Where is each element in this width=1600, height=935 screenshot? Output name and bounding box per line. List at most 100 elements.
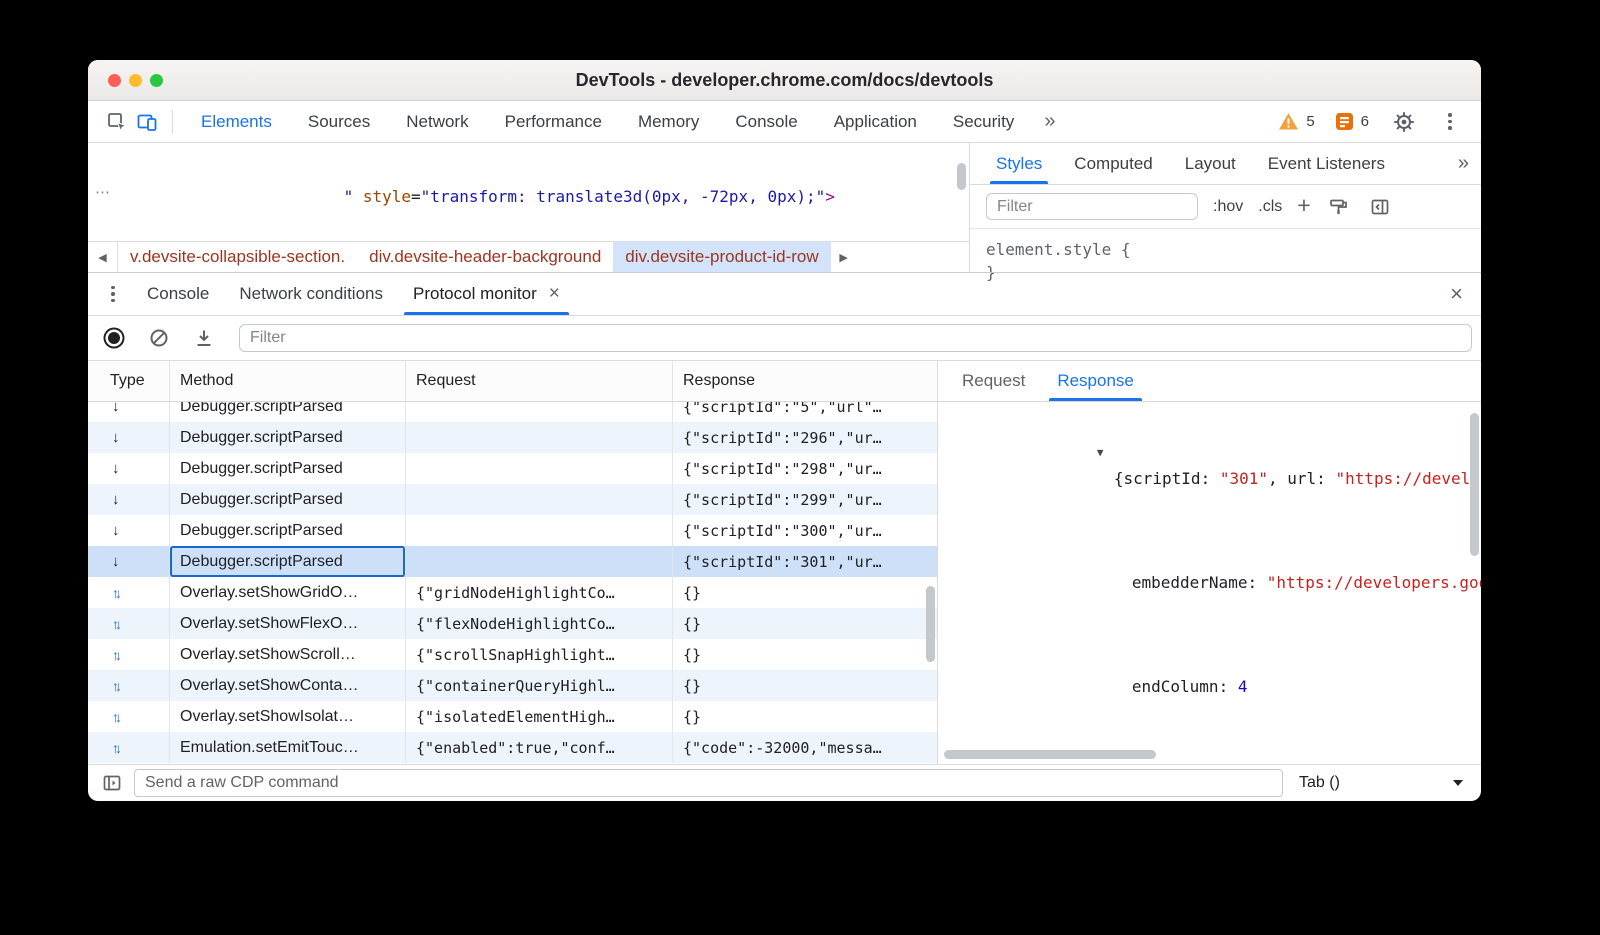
table-row[interactable]: ↑↓ Overlay.setShowConta… {"containerQuer… (88, 670, 937, 701)
table-row[interactable]: ↓ Debugger.scriptParsed {"scriptId":"5",… (88, 402, 937, 422)
table-row[interactable]: ↑↓ Overlay.setShowScroll… {"scrollSnapHi… (88, 639, 937, 670)
table-row[interactable]: ↓ Debugger.scriptParsed {"scriptId":"299… (88, 484, 937, 515)
cell-method[interactable]: Overlay.setShowFlexO… (170, 608, 406, 639)
cell-request[interactable] (406, 546, 673, 577)
breadcrumb-item[interactable]: div.devsite-header-background (357, 242, 613, 272)
styles-filter-input[interactable] (986, 193, 1198, 220)
detail-vertical-scrollbar-thumb[interactable] (1470, 413, 1479, 556)
cell-response[interactable]: {"scriptId":"5","url"… (673, 402, 937, 422)
cell-response[interactable]: {"scriptId":"300","ur… (673, 515, 937, 546)
panel-tab[interactable]: Console (717, 101, 815, 142)
cell-request[interactable]: {"enabled":true,"conf… (406, 732, 673, 763)
toggle-element-state-button[interactable]: :hov (1213, 198, 1243, 216)
json-tree-line[interactable]: ▼ {scriptId: "301", url: "https://develo… (938, 412, 1481, 518)
zoom-window-button[interactable] (150, 74, 163, 87)
breadcrumb-item[interactable]: v.devsite-collapsible-section. (118, 242, 357, 272)
cell-response[interactable]: {"scriptId":"299","ur… (673, 484, 937, 515)
cell-request[interactable] (406, 422, 673, 453)
json-tree-line[interactable]: embedderName: "https://developers.google… (938, 518, 1481, 622)
cell-method[interactable]: Overlay.setShowIsolat… (170, 701, 406, 732)
table-scrollbar-thumb[interactable] (926, 586, 935, 662)
detail-horizontal-scrollbar-thumb[interactable] (944, 750, 1156, 759)
element-style-rule-open[interactable]: element.style { (986, 238, 1481, 261)
table-row[interactable]: ↓ Debugger.scriptParsed {"scriptId":"296… (88, 422, 937, 453)
record-icon[interactable] (104, 328, 124, 348)
sidebar-toggle-icon[interactable] (100, 771, 124, 795)
dock-sidebar-icon[interactable] (1367, 194, 1393, 220)
protocol-filter-input[interactable] (239, 324, 1472, 352)
panel-tab[interactable]: Sources (290, 101, 388, 142)
cell-method[interactable]: Debugger.scriptParsed (170, 402, 406, 422)
drawer-tab[interactable]: Console (132, 273, 224, 315)
table-row[interactable]: ↓ Debugger.scriptParsed {"scriptId":"298… (88, 453, 937, 484)
cell-response[interactable]: {"scriptId":"298","ur… (673, 453, 937, 484)
table-row[interactable]: ↑↓ Overlay.setShowIsolat… {"isolatedElem… (88, 701, 937, 732)
cell-method[interactable]: Overlay.setShowConta… (170, 670, 406, 701)
close-tab-icon[interactable]: × (549, 283, 560, 305)
cell-request[interactable] (406, 515, 673, 546)
expand-arrow-icon[interactable]: ▼ (1097, 440, 1114, 466)
dom-tree-node[interactable]: " style="transform: translate3d(0px, -72… (228, 143, 969, 236)
cell-response[interactable]: {"code":-32000,"messa… (673, 732, 937, 763)
json-tree-line[interactable]: endColumn: 4 (938, 622, 1481, 726)
device-toolbar-icon[interactable] (132, 107, 162, 137)
panel-tab[interactable]: Performance (487, 101, 620, 142)
table-row[interactable]: ↓ Debugger.scriptParsed {"scriptId":"300… (88, 515, 937, 546)
cell-method[interactable]: Debugger.scriptParsed (170, 546, 406, 577)
cell-method[interactable]: Debugger.scriptParsed (170, 515, 406, 546)
more-styles-tabs-icon[interactable]: » (1446, 143, 1481, 184)
new-style-rule-button[interactable]: + (1297, 194, 1310, 217)
inspect-element-icon[interactable] (102, 107, 132, 137)
cell-response[interactable]: {} (673, 577, 937, 608)
column-header[interactable]: Type (88, 361, 170, 401)
styles-tab[interactable]: Computed (1058, 143, 1168, 184)
cell-request[interactable] (406, 453, 673, 484)
panel-tab[interactable]: Elements (183, 101, 290, 142)
breadcrumb-left-arrow-icon[interactable]: ◀ (88, 242, 118, 272)
cell-method[interactable]: Debugger.scriptParsed (170, 453, 406, 484)
panel-tab[interactable]: Network (388, 101, 486, 142)
cell-response[interactable]: {} (673, 608, 937, 639)
panel-tab[interactable]: Application (816, 101, 935, 142)
cell-response[interactable]: {} (673, 670, 937, 701)
minimize-window-button[interactable] (129, 74, 142, 87)
styles-tab[interactable]: Styles (980, 143, 1058, 184)
cell-request[interactable]: {"flexNodeHighlightCo… (406, 608, 673, 639)
issues-badge[interactable]: 6 (1335, 112, 1369, 131)
more-panels-icon[interactable]: » (1032, 110, 1067, 133)
drawer-menu-icon[interactable] (102, 283, 124, 305)
settings-gear-icon[interactable] (1389, 107, 1419, 137)
breadcrumb-item[interactable]: div.devsite-product-id-row (613, 242, 830, 272)
cell-method[interactable]: Emulation.setEmitTouc… (170, 732, 406, 763)
cell-method[interactable]: Overlay.setShowGridO… (170, 577, 406, 608)
element-classes-button[interactable]: .cls (1258, 198, 1282, 216)
clear-icon[interactable] (149, 328, 169, 348)
breadcrumb-right-arrow-icon[interactable]: ▶ (831, 242, 857, 272)
cell-request[interactable]: {"containerQueryHighl… (406, 670, 673, 701)
drawer-tab[interactable]: Network conditions (224, 273, 398, 315)
close-drawer-icon[interactable]: × (1446, 281, 1467, 307)
paint-roller-icon[interactable] (1326, 194, 1352, 220)
table-row[interactable]: ↑↓ Emulation.setEmitTouc… {"enabled":tru… (88, 732, 937, 763)
cell-method[interactable]: Overlay.setShowScroll… (170, 639, 406, 670)
dom-tree-node[interactable]: ▼ <div class="devsite-header-background"… (192, 236, 969, 240)
column-header[interactable]: Method (170, 361, 406, 401)
drawer-tab[interactable]: Protocol monitor × (398, 273, 575, 315)
target-selector[interactable]: Tab () (1293, 774, 1469, 792)
cell-response[interactable]: {"scriptId":"296","ur… (673, 422, 937, 453)
table-row[interactable]: ↑↓ Overlay.setShowFlexO… {"flexNodeHighl… (88, 608, 937, 639)
table-row[interactable]: ↑↓ Overlay.setShowGridO… {"gridNodeHighl… (88, 577, 937, 608)
kebab-menu-icon[interactable] (1439, 111, 1461, 133)
warnings-badge[interactable]: 5 (1278, 112, 1314, 131)
column-header[interactable]: Request (406, 361, 673, 401)
cell-response[interactable]: {"scriptId":"301","ur… (673, 546, 937, 577)
cell-method[interactable]: Debugger.scriptParsed (170, 484, 406, 515)
cell-request[interactable]: {"isolatedElementHigh… (406, 701, 673, 732)
styles-tab[interactable]: Layout (1169, 143, 1252, 184)
cell-response[interactable]: {} (673, 701, 937, 732)
detail-tab[interactable]: Request (946, 361, 1041, 401)
save-icon[interactable] (194, 328, 214, 348)
styles-tab[interactable]: Event Listeners (1252, 143, 1401, 184)
cell-request[interactable]: {"scrollSnapHighlight… (406, 639, 673, 670)
column-header[interactable]: Response (673, 361, 937, 401)
